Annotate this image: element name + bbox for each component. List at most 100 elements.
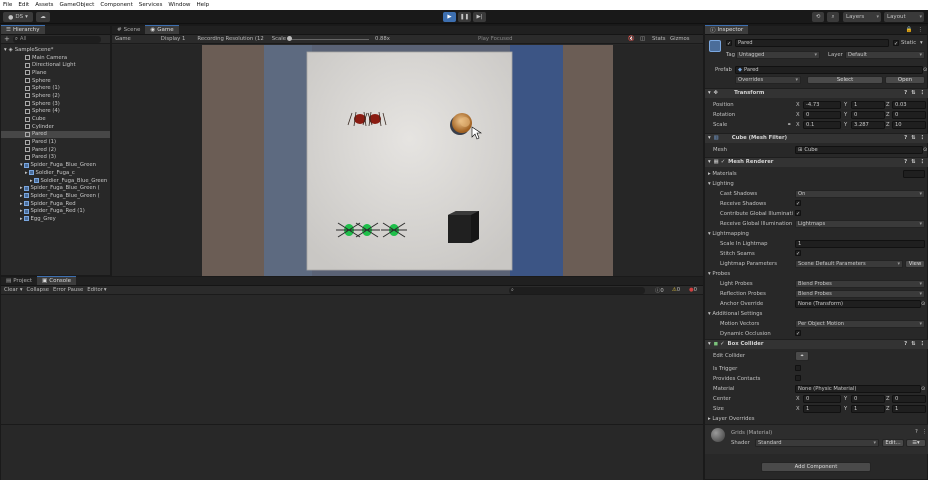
menu-file[interactable]: File <box>3 2 12 8</box>
preset-icon[interactable]: ⇅ <box>911 159 915 165</box>
collapse-toggle[interactable]: Collapse <box>27 287 50 293</box>
help-icon[interactable]: ? <box>915 429 918 435</box>
preset-icon[interactable]: ⇅ <box>911 135 915 141</box>
hierarchy-item[interactable]: Sphere (3) <box>1 100 110 108</box>
layer-dropdown[interactable]: Default <box>845 51 925 59</box>
more-icon[interactable]: ⋮ <box>920 135 925 141</box>
hierarchy-item[interactable]: Pared <box>1 130 110 139</box>
editor-dropdown[interactable]: Editor <box>87 287 103 293</box>
tab-scene[interactable]: # Scene <box>112 25 145 34</box>
center-y-field[interactable]: 0 <box>851 395 885 403</box>
lightmap-params-dropdown[interactable]: Scene Default Parameters <box>795 260 903 268</box>
tag-dropdown[interactable]: Untagged <box>736 51 820 59</box>
game-viewport[interactable] <box>112 45 703 276</box>
display-dropdown[interactable]: Display 1 <box>161 36 186 42</box>
layer-overrides-foldout[interactable]: ▸ Layer Overrides <box>708 416 754 422</box>
object-name-field[interactable]: Pared <box>735 39 889 47</box>
motion-vectors-dropdown[interactable]: Per Object Motion <box>795 320 925 328</box>
position-z-field[interactable]: 0.03 <box>892 101 926 109</box>
tab-game[interactable]: ◉ Game <box>145 25 179 34</box>
history-icon[interactable]: ⟲ <box>812 12 824 22</box>
error-pause-toggle[interactable]: Error Pause <box>53 287 83 293</box>
cloud-icon[interactable]: ☁ <box>36 12 50 22</box>
hierarchy-item[interactable]: ▾ Spider_Fuga_Blue_Green <box>1 161 110 169</box>
anchor-override-field[interactable]: None (Transform) <box>795 300 921 308</box>
clear-button[interactable]: Clear <box>4 287 18 293</box>
reflection-probes-dropdown[interactable]: Blend Probes <box>795 290 925 298</box>
chevron-down-icon[interactable]: ▾ <box>104 287 107 293</box>
materials-count-field[interactable] <box>903 170 925 178</box>
hierarchy-item[interactable]: Cylinder <box>1 123 110 131</box>
scale-x-field[interactable]: 0.1 <box>803 121 841 129</box>
tab-console[interactable]: ▣ Console <box>37 276 77 285</box>
search-icon[interactable]: ⌕ <box>827 12 839 22</box>
layout-dropdown[interactable]: Layout <box>884 12 924 22</box>
position-x-field[interactable]: -4.73 <box>803 101 841 109</box>
static-checkbox[interactable]: ✓ <box>893 40 899 47</box>
is-trigger-checkbox[interactable] <box>795 365 801 371</box>
target-icon[interactable]: ⊙ <box>923 67 927 73</box>
add-icon[interactable]: + <box>4 35 10 43</box>
stitch-seams-checkbox[interactable]: ✓ <box>795 250 801 257</box>
size-z-field[interactable]: 1 <box>892 405 926 413</box>
target-icon[interactable]: ⊙ <box>921 301 925 307</box>
scale-y-field[interactable]: 3.287 <box>851 121 885 129</box>
light-probes-dropdown[interactable]: Blend Probes <box>795 280 925 288</box>
hierarchy-item[interactable]: Pared (2) <box>1 146 110 154</box>
resolution-dropdown[interactable]: Recording Resolution (12 <box>197 36 263 42</box>
cast-shadows-dropdown[interactable]: On <box>795 190 925 198</box>
layers-dropdown[interactable]: Layers <box>843 12 881 22</box>
menu-window[interactable]: Window <box>168 2 190 8</box>
chevron-right-icon[interactable]: ▸ <box>20 216 23 222</box>
edit-collider-button[interactable]: ⌖ <box>795 351 809 361</box>
menu-services[interactable]: Services <box>139 2 163 8</box>
additional-settings-foldout[interactable]: ▾ Additional Settings <box>708 311 762 317</box>
link-icon[interactable]: ⚭ <box>787 122 791 128</box>
enabled-checkmark[interactable]: ✓ <box>721 159 725 165</box>
stats-toggle[interactable]: Stats <box>652 36 666 42</box>
scene-item[interactable]: ▾ ◈ SampleScene* <box>1 46 110 54</box>
overrides-dropdown[interactable]: Overrides <box>735 76 801 84</box>
chevron-right-icon[interactable]: ▸ <box>25 170 28 176</box>
shader-options-button[interactable]: ☰▾ <box>906 439 926 447</box>
target-icon[interactable]: ⊙ <box>923 147 927 153</box>
scale-in-lightmap-field[interactable]: 1 <box>795 240 925 248</box>
chevron-down-icon[interactable]: ▾ <box>20 287 23 293</box>
help-icon[interactable]: ? <box>904 341 907 347</box>
hierarchy-item[interactable]: Sphere (4) <box>1 108 110 116</box>
preset-icon[interactable]: ⇅ <box>911 341 915 347</box>
center-x-field[interactable]: 0 <box>803 395 841 403</box>
box-collider-header[interactable]: ▾ ◼ ✓ Box Collider ? ⇅ ⋮ <box>705 339 928 349</box>
mute-icon[interactable]: 🔇 <box>628 36 635 42</box>
warning-count[interactable]: ⚠0 <box>672 287 680 293</box>
mesh-renderer-header[interactable]: ▾ ▦ ✓ Mesh Renderer ? ⇅ ⋮ <box>705 157 928 167</box>
preset-icon[interactable]: ⇅ <box>911 90 915 96</box>
size-y-field[interactable]: 1 <box>851 405 885 413</box>
log-count[interactable]: ⓘ0 <box>655 286 664 294</box>
hierarchy-item[interactable]: Cube <box>1 115 110 123</box>
menu-edit[interactable]: Edit <box>18 2 29 8</box>
lighting-foldout[interactable]: ▾ Lighting <box>708 181 734 187</box>
chevron-right-icon[interactable]: ▸ <box>20 185 23 191</box>
more-icon[interactable]: ⋮ <box>922 429 927 435</box>
enabled-checkmark[interactable]: ✓ <box>720 341 724 347</box>
chevron-right-icon[interactable]: ▸ <box>20 201 23 207</box>
target-icon[interactable]: ⊙ <box>921 386 925 392</box>
hierarchy-item[interactable]: Pared (1) <box>1 138 110 146</box>
contribute-gi-checkbox[interactable]: ✓ <box>795 210 801 217</box>
menu-assets[interactable]: Assets <box>35 2 53 8</box>
hierarchy-item[interactable]: Pared (3) <box>1 154 110 162</box>
lock-icon[interactable]: 🔒 <box>906 27 913 33</box>
chevron-right-icon[interactable]: ▸ <box>20 193 23 199</box>
rotation-z-field[interactable]: 0 <box>892 111 926 119</box>
dynamic-occlusion-checkbox[interactable]: ✓ <box>795 330 801 337</box>
chevron-right-icon[interactable]: ▸ <box>30 178 33 184</box>
materials-foldout[interactable]: ▸ Materials <box>708 171 737 177</box>
more-icon[interactable]: ⋮ <box>920 341 925 347</box>
gizmos-dropdown[interactable]: Gizmos <box>670 36 690 42</box>
help-icon[interactable]: ? <box>904 135 907 141</box>
scale-z-field[interactable]: 10 <box>892 121 926 129</box>
game-view-dropdown[interactable]: Game <box>115 36 131 42</box>
hierarchy-item[interactable]: Sphere <box>1 77 110 85</box>
menu-component[interactable]: Component <box>100 2 132 8</box>
